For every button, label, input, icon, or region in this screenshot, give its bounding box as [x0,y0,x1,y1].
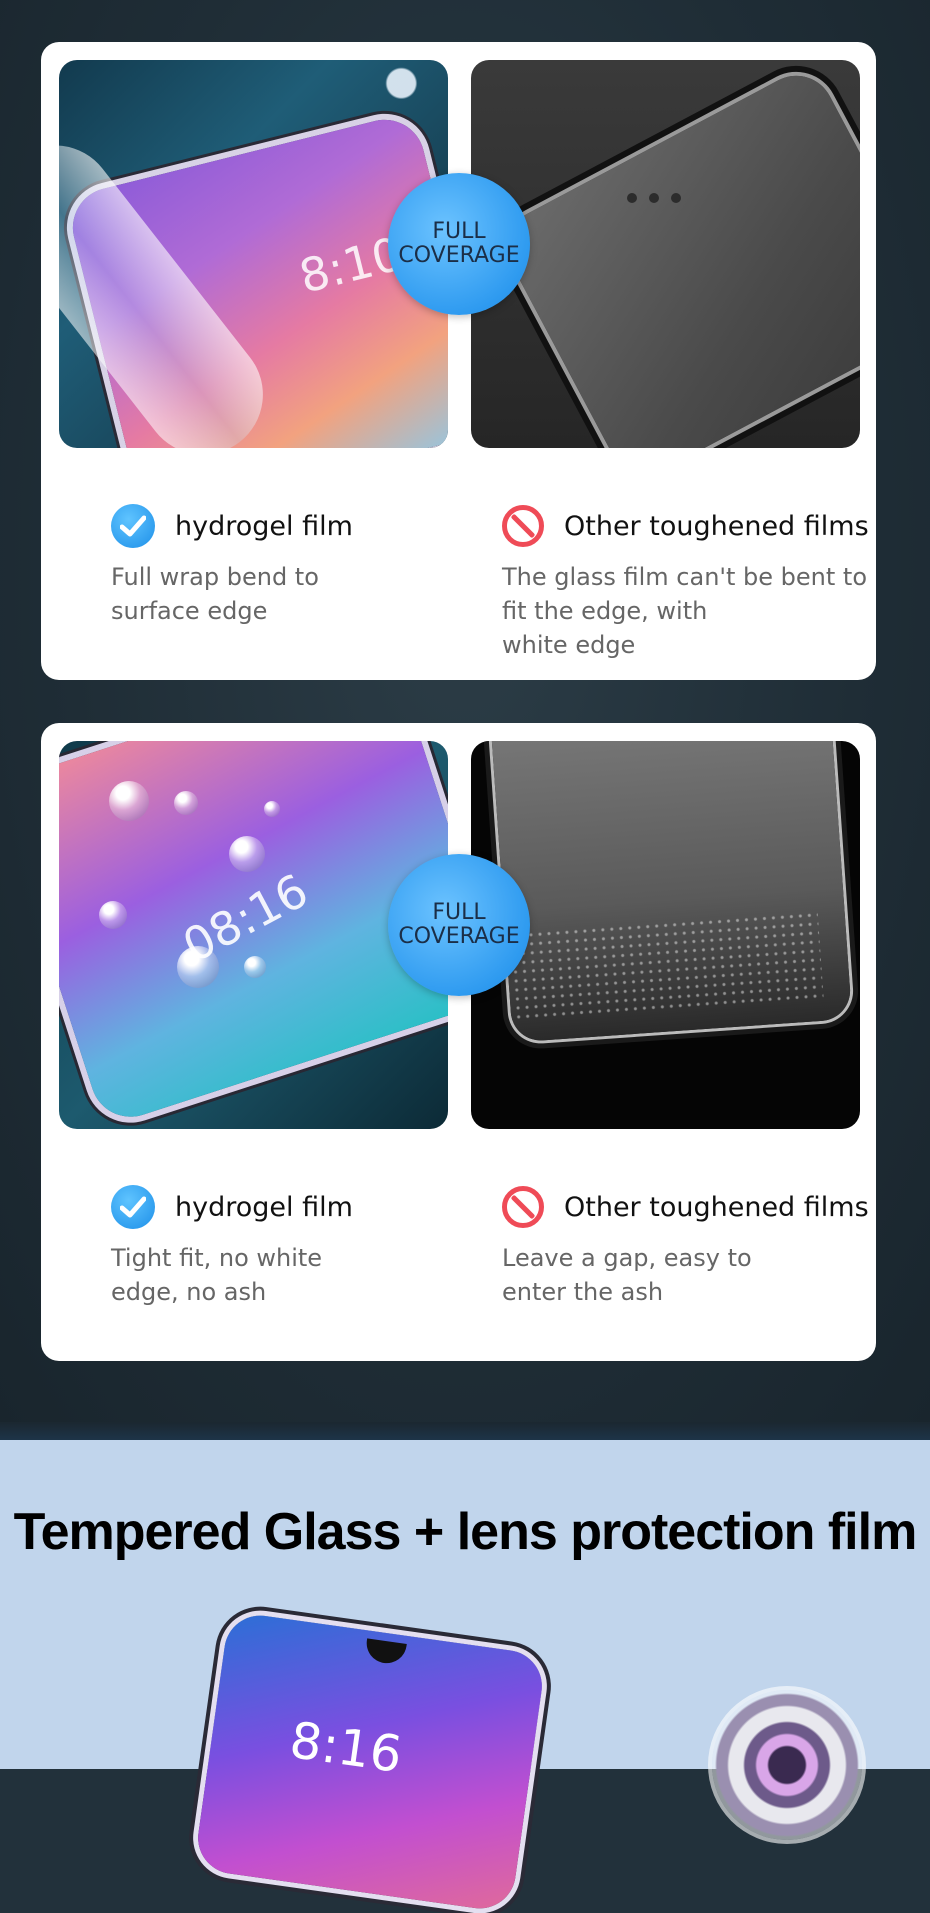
prohibited-icon [502,1186,544,1228]
camera-lens-film [712,1690,862,1840]
hydrogel-feature: hydrogel film Tight fit, no white edge, … [111,1183,353,1309]
section-headline: Tempered Glass + lens protection film [13,1503,918,1561]
badge-line-1: FULL [432,900,486,925]
water-drop [229,836,265,872]
check-circle-icon [111,504,155,548]
feature-title: Other toughened films [564,1191,869,1223]
check-circle-icon [111,1185,155,1229]
phone-clock: 8:16 [286,1710,406,1785]
full-coverage-badge: FULL COVERAGE [388,173,530,315]
toughened-feature: Other toughened films Leave a gap, easy … [502,1183,869,1309]
water-drop [244,956,266,978]
badge-line-2: COVERAGE [398,924,520,949]
phone-device [493,62,860,448]
feature-title: Other toughened films [564,510,869,542]
toughened-film-photo [471,60,860,448]
full-coverage-badge: FULL COVERAGE [388,854,530,996]
badge-line-1: FULL [432,219,486,244]
toughened-feature: Other toughened films The glass film can… [502,502,869,662]
hydrogel-feature: hydrogel film Full wrap bend to surface … [111,502,353,628]
feature-description: Leave a gap, easy to enter the ash [502,1244,752,1306]
section-divider [0,1422,930,1440]
toughened-film-photo [471,741,860,1129]
water-drop [174,791,198,815]
comparison-card-fit: 08:16 FULL COVERAGE hydrogel film Tight … [41,723,876,1361]
feature-description: The glass film can't be bent to fit the … [502,563,868,659]
prohibited-icon [502,505,544,547]
feature-title: hydrogel film [175,510,353,542]
tempered-glass-section: Tempered Glass + lens protection film 8:… [0,1440,930,1913]
comparison-card-coverage: 8:10 FULL COVERAGE hydrogel film Full wr… [41,42,876,680]
phone-notch [364,1638,407,1666]
water-drop [99,901,127,929]
feature-description: Full wrap bend to surface edge [111,563,319,625]
feature-title: hydrogel film [175,1191,353,1223]
feature-description: Tight fit, no white edge, no ash [111,1244,323,1306]
phone-device: 8:16 [193,1610,547,1913]
badge-line-2: COVERAGE [398,243,520,268]
water-drop [109,781,149,821]
water-drop [264,801,280,817]
camera-dots [621,188,687,207]
